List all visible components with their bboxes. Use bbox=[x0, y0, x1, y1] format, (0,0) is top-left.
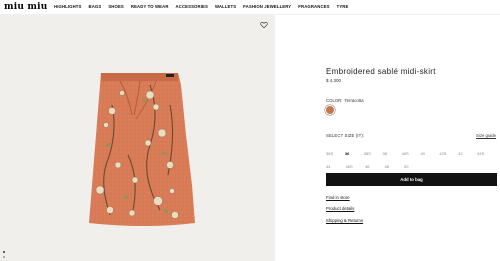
color-swatch-terracotta[interactable] bbox=[326, 106, 334, 114]
wishlist-heart-icon[interactable] bbox=[260, 21, 268, 29]
product-title: Embroidered sablé midi-skirt bbox=[326, 67, 436, 76]
size-option[interactable]: 44S bbox=[477, 151, 496, 156]
product-details-link[interactable]: Product details bbox=[326, 206, 354, 211]
product-price: $ 4,300 bbox=[326, 78, 342, 83]
nav-item-bags[interactable]: BAGS bbox=[89, 4, 102, 9]
nav-item-shoes[interactable]: SHOES bbox=[108, 4, 124, 9]
shipping-returns-link[interactable]: Shipping & Returns bbox=[326, 218, 363, 223]
nav-item-highlights[interactable]: HIGHLIGHTS bbox=[54, 4, 82, 9]
find-in-store-link[interactable]: Find in store bbox=[326, 195, 350, 200]
size-row: 44 46S 46 48 50 bbox=[326, 160, 496, 173]
size-label: SELECT SIZE (IT): bbox=[326, 133, 365, 138]
nav-item-wallets[interactable]: WALLETS bbox=[215, 4, 236, 9]
size-option[interactable]: 42 bbox=[458, 151, 477, 156]
size-option[interactable]: 42S bbox=[439, 151, 458, 156]
main-nav: HIGHLIGHTS BAGS SHOES READY TO WEAR ACCE… bbox=[54, 4, 348, 9]
color-label: COLOR: bbox=[326, 98, 343, 103]
gallery-dot[interactable] bbox=[3, 256, 5, 258]
color-value: Terracotta bbox=[344, 98, 364, 103]
size-option[interactable]: 48 bbox=[385, 164, 405, 169]
product-details-panel: Embroidered sablé midi-skirt $ 4,300 COL… bbox=[275, 15, 500, 261]
site-header: miu miu HIGHLIGHTS BAGS SHOES READY TO W… bbox=[0, 0, 500, 15]
gallery-pagination bbox=[3, 251, 5, 258]
nav-item-tyre[interactable]: TYRE bbox=[337, 4, 349, 9]
gallery-dot[interactable] bbox=[3, 251, 5, 253]
size-guide-link[interactable]: Size guide bbox=[476, 133, 496, 138]
size-option[interactable]: 40S bbox=[402, 151, 421, 156]
nav-item-ready-to-wear[interactable]: READY TO WEAR bbox=[131, 4, 169, 9]
size-selector: 36S 36 38S 38 40S 40 42S 42 44S 44 46S 4… bbox=[326, 147, 496, 173]
add-to-bag-button[interactable]: Add to bag bbox=[326, 173, 497, 186]
size-option-selected[interactable]: 36 bbox=[345, 151, 364, 156]
product-image-panel bbox=[0, 15, 275, 261]
size-option[interactable]: 46S bbox=[346, 164, 366, 169]
brand-logo[interactable]: miu miu bbox=[4, 2, 48, 12]
size-row: 36S 36 38S 38 40S 40 42S 42 44S bbox=[326, 147, 496, 160]
color-info: COLOR: Terracotta bbox=[326, 98, 364, 103]
size-option[interactable]: 38 bbox=[383, 151, 402, 156]
size-option[interactable]: 44 bbox=[326, 164, 346, 169]
nav-item-fragrances[interactable]: FRAGRANCES bbox=[298, 4, 329, 9]
size-option[interactable]: 36S bbox=[326, 151, 345, 156]
nav-item-fashion-jewellery[interactable]: FASHION JEWELLERY bbox=[243, 4, 291, 9]
size-option[interactable]: 40 bbox=[420, 151, 439, 156]
nav-item-accessories[interactable]: ACCESSORIES bbox=[176, 4, 208, 9]
product-image bbox=[89, 73, 195, 226]
size-option[interactable]: 46 bbox=[365, 164, 385, 169]
size-option[interactable]: 50 bbox=[404, 164, 424, 169]
size-option[interactable]: 38S bbox=[364, 151, 383, 156]
